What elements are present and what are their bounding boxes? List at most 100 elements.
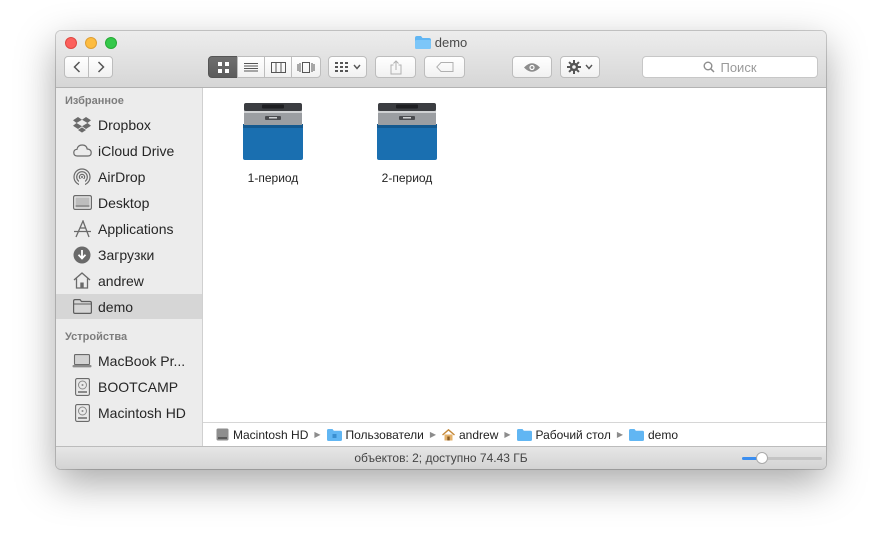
archive-box-icon <box>377 103 437 160</box>
sidebar-item-label: Desktop <box>98 194 150 211</box>
breadcrumb-label: demo <box>648 427 679 442</box>
breadcrumb-item[interactable]: Рабочий стол <box>516 427 611 442</box>
sidebar-item-label: Applications <box>98 220 174 237</box>
sidebar: Избранное Dropbox iCloud Drive AirDrop D… <box>56 88 203 446</box>
chevron-right-icon <box>97 61 105 73</box>
cover-flow-icon <box>297 61 315 73</box>
folder-icon <box>414 36 431 52</box>
sidebar-item-bootcamp[interactable]: BOOTCAMP <box>56 374 202 399</box>
slider-knob[interactable] <box>756 452 768 464</box>
forward-button[interactable] <box>88 56 113 78</box>
quick-look-button[interactable] <box>512 56 552 78</box>
breadcrumb-separator-icon: ▶ <box>616 430 623 439</box>
favorites-heading: Избранное <box>65 95 124 107</box>
status-bar: объектов: 2; доступно 74.43 ГБ <box>56 446 826 469</box>
dropbox-icon <box>72 116 92 134</box>
breadcrumb-item[interactable]: demo <box>629 428 678 442</box>
file-name: 2-период <box>381 171 433 185</box>
breadcrumb-item[interactable]: andrew <box>442 428 498 442</box>
sidebar-item-label: MacBook Pr... <box>98 352 186 369</box>
sidebar-item-airdrop[interactable]: AirDrop <box>56 164 202 189</box>
icon-view-button[interactable] <box>208 56 238 78</box>
status-text: объектов: 2; доступно 74.43 ГБ <box>354 451 528 465</box>
navigation-buttons <box>64 56 113 78</box>
arrange-button[interactable] <box>328 56 367 78</box>
home-icon <box>72 272 92 290</box>
folder-icon <box>629 428 644 441</box>
action-button[interactable] <box>560 56 600 78</box>
sidebar-item-desktop[interactable]: Desktop <box>56 190 202 215</box>
column-view-icon <box>270 61 286 73</box>
window-title: demo <box>56 35 826 52</box>
sidebar-item-label: Macintosh HD <box>98 404 186 421</box>
sidebar-item-macbook[interactable]: MacBook Pr... <box>56 348 202 373</box>
share-icon <box>390 59 401 74</box>
window-title-text: demo <box>434 35 468 50</box>
breadcrumb-item[interactable]: Пользователи <box>326 427 424 442</box>
folder-icon <box>326 428 342 441</box>
column-view-button[interactable] <box>264 56 292 78</box>
disk-icon <box>216 428 229 441</box>
back-button[interactable] <box>64 56 89 78</box>
sidebar-item-label: AirDrop <box>98 168 146 185</box>
disk-icon <box>72 403 92 422</box>
chevron-down-icon <box>585 64 593 70</box>
laptop-icon <box>72 352 92 370</box>
breadcrumb-label: Macintosh HD <box>233 427 309 442</box>
view-mode-control <box>208 56 321 78</box>
disk-icon <box>72 377 92 396</box>
gear-icon <box>567 60 581 74</box>
toolbar: demo Поиск <box>56 31 826 88</box>
breadcrumb-separator-icon: ▶ <box>314 430 321 439</box>
chevron-left-icon <box>72 61 80 73</box>
sidebar-item-label: BOOTCAMP <box>98 378 179 395</box>
tag-button[interactable] <box>424 56 465 78</box>
breadcrumb-separator-icon: ▶ <box>429 430 436 439</box>
sidebar-item-label: Загрузки <box>98 246 155 263</box>
finder-window: demo Поиск Избранное Dropbox iCloud Driv… <box>56 31 826 469</box>
chevron-down-icon <box>352 64 361 70</box>
search-field[interactable]: Поиск <box>642 56 818 78</box>
sidebar-item-label: demo <box>98 298 134 315</box>
sidebar-item-dropbox[interactable]: Dropbox <box>56 112 202 137</box>
breadcrumb-item[interactable]: Macintosh HD <box>216 428 308 442</box>
sidebar-item-downloads[interactable]: Загрузки <box>56 242 202 267</box>
file-item[interactable]: 1-период <box>213 98 333 185</box>
sidebar-item-label: andrew <box>98 272 144 289</box>
icon-size-slider[interactable] <box>742 452 822 464</box>
file-item[interactable]: 2-период <box>347 98 467 185</box>
applications-icon <box>72 219 92 238</box>
sidebar-item-label: Dropbox <box>98 116 151 133</box>
devices-heading: Устройства <box>65 331 128 343</box>
home-icon <box>442 428 455 440</box>
share-button[interactable] <box>375 56 416 78</box>
archive-box-icon <box>243 103 303 160</box>
tag-icon <box>435 62 453 72</box>
sidebar-item-icloud-drive[interactable]: iCloud Drive <box>56 138 202 163</box>
breadcrumb-label: Пользователи <box>345 427 424 442</box>
search-placeholder: Поиск <box>720 59 757 75</box>
arrange-grid-icon <box>334 61 348 72</box>
folder-icon <box>72 298 92 316</box>
file-name: 1-период <box>247 171 299 185</box>
icon-view-icon <box>217 61 229 73</box>
search-icon <box>703 61 716 73</box>
file-browser-content: 1-период 2-период <box>203 88 826 422</box>
list-view-button[interactable] <box>237 56 265 78</box>
folder-icon <box>516 428 532 441</box>
cloud-icon <box>72 142 92 160</box>
airdrop-icon <box>72 167 92 186</box>
desktop-icon <box>72 194 92 212</box>
path-bar: Macintosh HD ▶ Пользователи ▶ andrew ▶ Р… <box>203 422 826 446</box>
sidebar-item-macintosh-hd[interactable]: Macintosh HD <box>56 400 202 425</box>
sidebar-item-applications[interactable]: Applications <box>56 216 202 241</box>
sidebar-item-demo[interactable]: demo <box>56 294 202 319</box>
breadcrumb-separator-icon: ▶ <box>504 430 511 439</box>
sidebar-item-label: iCloud Drive <box>98 142 175 159</box>
list-view-icon <box>244 62 258 71</box>
eye-icon <box>524 62 540 72</box>
breadcrumb-label: Рабочий стол <box>535 427 611 442</box>
breadcrumb-label: andrew <box>459 427 499 442</box>
sidebar-item-andrew[interactable]: andrew <box>56 268 202 293</box>
cover-flow-button[interactable] <box>291 56 321 78</box>
